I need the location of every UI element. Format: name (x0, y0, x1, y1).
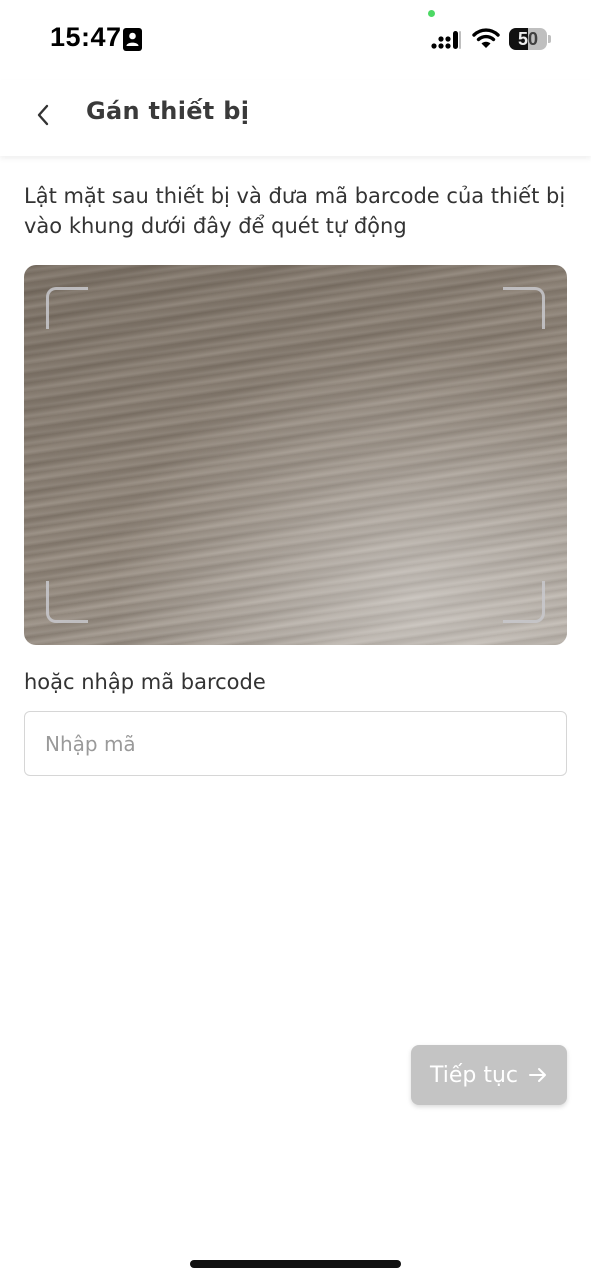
continue-button[interactable]: Tiếp tục (411, 1045, 567, 1105)
app-header: Gán thiết bị (0, 80, 591, 156)
battery-level-text: 50 (517, 29, 539, 49)
privacy-indicator-dot (428, 10, 435, 17)
manual-entry-label: hoặc nhập mã barcode (24, 670, 266, 694)
back-button[interactable] (22, 94, 64, 136)
battery-icon: 50 (509, 28, 551, 50)
scan-frame-corner-bottom-right (503, 581, 545, 623)
cellular-signal-icon (431, 31, 461, 49)
chevron-left-icon (37, 104, 49, 126)
barcode-input[interactable] (24, 711, 567, 776)
scan-frame-corner-top-right (503, 287, 545, 329)
scan-frame-corner-bottom-left (46, 581, 88, 623)
continue-button-label: Tiếp tục (429, 1062, 519, 1088)
home-indicator[interactable] (190, 1260, 401, 1268)
status-time: 15:47 (50, 22, 122, 52)
id-card-icon (123, 28, 142, 51)
scan-frame-corner-top-left (46, 287, 88, 329)
arrow-right-icon (529, 1068, 547, 1082)
page-title: Gán thiết bị (86, 97, 250, 125)
wifi-icon (472, 28, 500, 48)
status-bar: 15:47 50 (0, 0, 591, 80)
scan-instruction: Lật mặt sau thiết bị và đưa mã barcode c… (24, 184, 566, 238)
barcode-scanner-view[interactable] (24, 265, 567, 645)
